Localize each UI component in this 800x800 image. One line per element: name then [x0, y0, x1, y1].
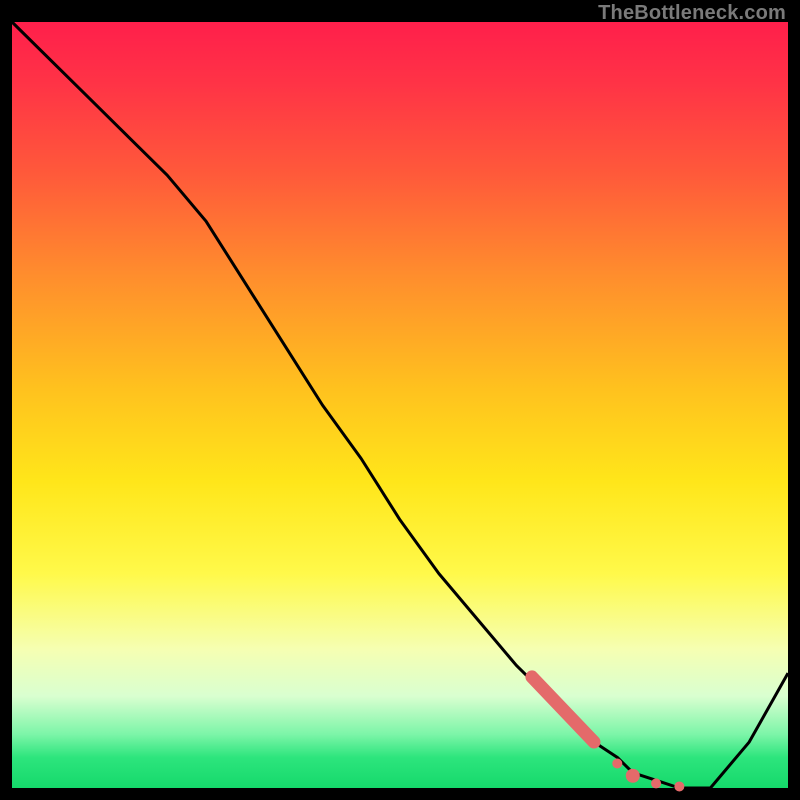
bottleneck-curve: [12, 22, 788, 788]
marker-segment: [532, 677, 594, 742]
marker-dot: [651, 778, 661, 788]
marker-dot: [626, 769, 640, 783]
marker-dot: [612, 758, 622, 768]
plot-area: [12, 22, 788, 788]
marker-dot: [674, 781, 684, 791]
chart-svg: [12, 22, 788, 788]
chart-frame: TheBottleneck.com: [0, 0, 800, 800]
